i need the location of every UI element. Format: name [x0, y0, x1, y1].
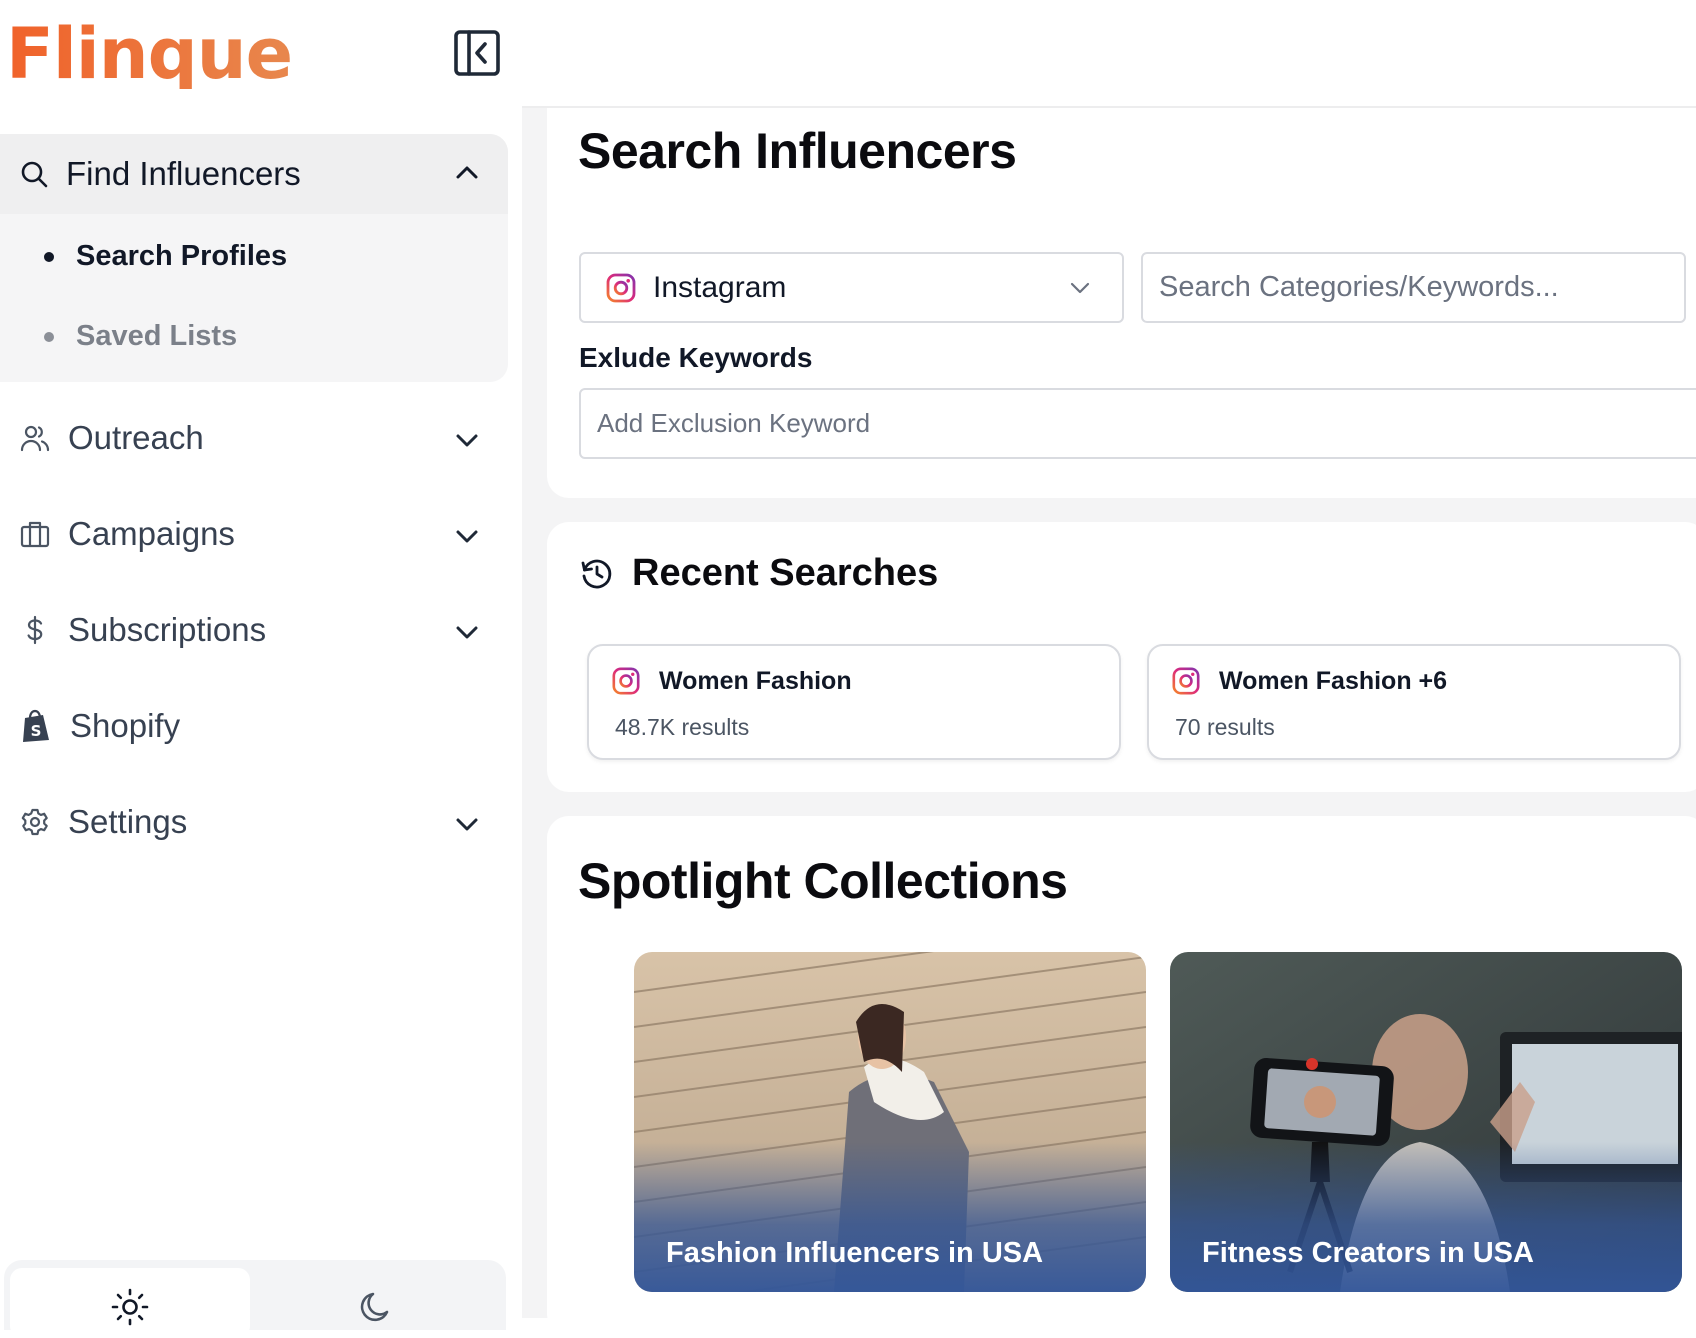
page-title: Search Influencers: [578, 123, 1017, 179]
platform-select[interactable]: Instagram: [579, 252, 1124, 323]
instagram-icon: [612, 667, 640, 695]
instagram-icon: [606, 273, 636, 302]
light-theme-button[interactable]: [10, 1268, 250, 1338]
history-icon: [581, 559, 612, 588]
chevron-up-icon: [456, 166, 478, 179]
sidebar: Flinque Find Influencers Search Profiles…: [0, 0, 522, 1338]
spotlight-collection-fashion[interactable]: Fashion Influencers in USA: [634, 952, 1146, 1292]
bullet-dot: [44, 331, 54, 342]
exclude-keywords-label: Exlude Keywords: [579, 342, 813, 373]
chevron-down-icon: [1070, 282, 1090, 294]
recent-search-results: 48.7K results: [615, 714, 750, 740]
nav-settings-label: Settings: [68, 803, 188, 840]
shopify-icon: S: [23, 709, 49, 742]
theme-toggle: [4, 1260, 506, 1338]
recent-search-results: 70 results: [1175, 714, 1275, 740]
platform-select-value: Instagram: [653, 270, 787, 304]
nav-find-influencers-label: Find Influencers: [66, 155, 301, 192]
nav-outreach[interactable]: Outreach: [0, 403, 508, 473]
chevron-down-icon: [456, 626, 478, 639]
nav-campaigns[interactable]: Campaigns: [0, 499, 508, 569]
svg-text:S: S: [31, 722, 42, 740]
sun-icon: [111, 1288, 149, 1326]
nav-shopify-label: Shopify: [70, 707, 181, 744]
search-icon: [21, 161, 48, 188]
brand-logo[interactable]: Flinque: [6, 13, 293, 95]
exclude-keyword-input[interactable]: [579, 388, 1696, 459]
moon-icon: [360, 1292, 389, 1322]
spotlight-collection-fitness[interactable]: Fitness Creators in USA: [1170, 952, 1682, 1292]
recent-searches-header: Recent Searches: [580, 552, 938, 595]
dark-theme-button[interactable]: [256, 1268, 496, 1338]
sidebar-item-label: Saved Lists: [76, 320, 238, 352]
dollar-icon: [27, 615, 43, 645]
sidebar-item-saved-lists[interactable]: Saved Lists: [44, 320, 237, 353]
instagram-icon: [1172, 667, 1200, 695]
briefcase-icon: [20, 521, 50, 548]
nav-subscriptions-label: Subscriptions: [68, 611, 267, 648]
users-icon: [20, 425, 50, 452]
nav-campaigns-label: Campaigns: [68, 515, 235, 552]
recent-search-item[interactable]: Women Fashion +6 70 results: [1147, 644, 1681, 760]
nav-outreach-label: Outreach: [68, 419, 204, 456]
gear-icon: [21, 808, 48, 836]
recent-search-item[interactable]: Women Fashion 48.7K results: [587, 644, 1121, 760]
chevron-down-icon: [456, 530, 478, 543]
top-bar: [522, 0, 1696, 108]
nav-shopify[interactable]: S Shopify: [0, 691, 508, 761]
sidebar-collapse-button[interactable]: [452, 28, 502, 78]
recent-searches-title: Recent Searches: [632, 552, 939, 594]
nav-settings[interactable]: Settings: [0, 787, 508, 857]
recent-search-title: Women Fashion: [659, 666, 852, 695]
keywords-search-input[interactable]: [1141, 252, 1686, 323]
active-dot: [44, 251, 54, 262]
chevron-down-icon: [456, 434, 478, 447]
brand-name: Flinque: [6, 13, 293, 95]
nav-subscriptions[interactable]: Subscriptions: [0, 595, 508, 665]
spotlight-caption: Fitness Creators in USA: [1202, 1237, 1534, 1269]
sidebar-item-search-profiles[interactable]: Search Profiles: [44, 240, 287, 273]
spotlight-title: Spotlight Collections: [578, 853, 1068, 909]
recent-search-title: Women Fashion +6: [1219, 666, 1448, 695]
spotlight-caption: Fashion Influencers in USA: [666, 1237, 1044, 1269]
sidebar-item-label: Search Profiles: [76, 240, 288, 272]
nav-find-influencers[interactable]: Find Influencers: [0, 134, 508, 214]
sidebar-collapse-icon: [454, 30, 500, 76]
chevron-down-icon: [456, 818, 478, 831]
